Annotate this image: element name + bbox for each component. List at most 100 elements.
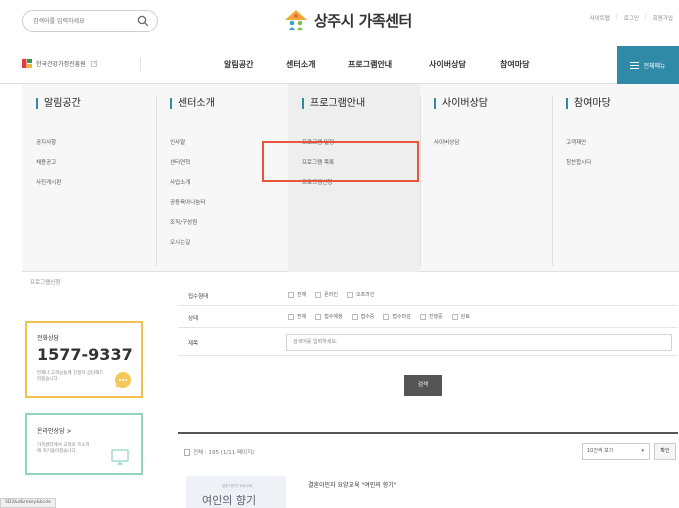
- option-label: 전체: [297, 292, 307, 298]
- status-option-closed[interactable]: 접수마감: [383, 313, 411, 320]
- phone-number: 1577-9337: [37, 345, 133, 364]
- util-separator: |: [615, 14, 618, 20]
- thumb-subtitle: 결혼이민자 요양교육: [222, 484, 253, 488]
- checkbox[interactable]: [351, 313, 358, 320]
- login-link[interactable]: 로그인: [624, 14, 639, 22]
- util-separator: |: [644, 14, 647, 20]
- option-label: 온라인: [324, 292, 339, 298]
- menu-program[interactable]: 프로그램안내: [348, 59, 392, 70]
- checkbox[interactable]: [288, 313, 294, 320]
- option-label: 접수중: [360, 314, 375, 320]
- external-link-icon: [90, 60, 98, 67]
- status-option-open[interactable]: 접수중: [351, 313, 375, 320]
- type-option-online[interactable]: 온라인: [315, 291, 338, 298]
- mega-item[interactable]: 채용공고: [36, 158, 56, 166]
- phone-counsel-desc: 언제나 고객님들께 친절히 상담해드리겠습니다.: [37, 371, 104, 382]
- filter-label-type: 접수형태: [188, 294, 209, 300]
- online-counsel-box[interactable]: 온라인상담 > 가족센터에서 고객의 목소리에 귀기울이겠습니다.: [25, 413, 143, 475]
- status-bar-url: SD2&d&mkey&bcde: [0, 498, 56, 508]
- search-button[interactable]: 검색: [404, 375, 442, 396]
- mega-col-title[interactable]: 참여마당: [566, 98, 611, 109]
- total-count: 전체 : 195 (1/11 페이지): [184, 448, 254, 456]
- chat-bubble-icon: [115, 372, 131, 388]
- all-menu-label: 전체메뉴: [643, 62, 666, 70]
- checkbox[interactable]: [315, 291, 322, 298]
- join-link[interactable]: 회원가입: [653, 14, 673, 22]
- family-logo-icon: [285, 10, 307, 30]
- org-link[interactable]: 한국건강가정진흥원: [22, 59, 98, 68]
- mega-col-participation: 참여마당 고객제안 칭찬합시다: [552, 84, 679, 272]
- top-header: 상주시 가족센터 사이트맵 | 로그인 | 회원가입: [0, 0, 679, 40]
- filter-row-type: 접수형태 전체 온라인 오프라인: [178, 284, 678, 306]
- checkbox[interactable]: [288, 291, 294, 298]
- status-option-scheduled[interactable]: 접수예정: [315, 313, 343, 320]
- mega-item[interactable]: 고객제안: [566, 138, 586, 146]
- search-input[interactable]: [33, 15, 133, 28]
- menu-cyber-counsel[interactable]: 사이버상담: [429, 59, 466, 70]
- monitor-icon: [111, 449, 129, 465]
- search-icon[interactable]: [137, 15, 149, 27]
- mega-item[interactable]: 오시는길: [170, 238, 190, 246]
- sidebar-link-program-apply[interactable]: 프로그램신청: [30, 278, 60, 286]
- checkbox[interactable]: [419, 313, 426, 320]
- site-logo[interactable]: 상주시 가족센터: [283, 8, 412, 32]
- search-box[interactable]: [22, 10, 158, 32]
- option-label: 오프라인: [356, 292, 375, 298]
- status-options: 전체 접수예정 접수중 접수마감 진행중 완료: [288, 313, 470, 320]
- status-option-in-progress[interactable]: 진행중: [419, 313, 443, 320]
- gnb-divider: [140, 58, 141, 72]
- checkbox[interactable]: [383, 313, 390, 320]
- hamburger-icon: [630, 61, 640, 69]
- phone-counsel-box[interactable]: 전화상담 1577-9337 언제나 고객님들께 친절히 상담해드리겠습니다.: [25, 321, 143, 398]
- type-option-offline[interactable]: 오프라인: [347, 291, 374, 298]
- menu-participation[interactable]: 참여마당: [500, 59, 529, 70]
- page-size-confirm-button[interactable]: 확인: [654, 443, 676, 460]
- mega-col-title[interactable]: 사이버상담: [434, 98, 488, 109]
- program-thumbnail[interactable]: 결혼이민자 요양교육 여인의 향기: [186, 476, 286, 508]
- all-menu-button[interactable]: 전체메뉴: [617, 46, 679, 84]
- mega-item[interactable]: 사업소개: [170, 178, 190, 186]
- list-header: 전체 : 195 (1/11 페이지) 10건씩 보기 ▾ 확인: [178, 432, 678, 466]
- mega-item[interactable]: 칭찬합시다: [566, 158, 591, 166]
- title-search-input[interactable]: 검색어를 입력하세요.: [286, 334, 672, 351]
- page-size-value: 10건씩 보기: [587, 448, 614, 454]
- mega-item[interactable]: 사이버상담: [434, 138, 459, 146]
- type-option-all[interactable]: 전체: [288, 291, 306, 298]
- checkbox[interactable]: [315, 313, 322, 320]
- type-options: 전체 온라인 오프라인: [288, 291, 374, 298]
- online-counsel-title: 온라인상담 >: [37, 428, 72, 435]
- menu-about[interactable]: 센터소개: [286, 59, 315, 70]
- chevron-down-icon: ▾: [641, 448, 644, 454]
- status-option-done[interactable]: 완료: [451, 313, 470, 320]
- option-label: 접수마감: [392, 314, 411, 320]
- program-item-title[interactable]: 결혼이민자 요양교육 "여인의 향기": [308, 480, 397, 489]
- option-label: 전체: [297, 314, 307, 320]
- total-count-text: 전체 : 195 (1/11 페이지): [193, 450, 255, 456]
- document-icon: [184, 448, 190, 456]
- mega-col-title[interactable]: 센터소개: [170, 98, 215, 109]
- checkbox[interactable]: [451, 313, 458, 320]
- phone-counsel-title: 전화상담: [37, 335, 60, 342]
- mega-item[interactable]: 공동육아나눔터: [170, 198, 205, 206]
- checkbox[interactable]: [347, 291, 354, 298]
- utility-links: 사이트맵 | 로그인 | 회원가입: [590, 14, 673, 22]
- filter-label-status: 상태: [188, 316, 199, 322]
- status-option-all[interactable]: 전체: [288, 313, 306, 320]
- mega-col-title[interactable]: 프로그램안내: [302, 98, 365, 109]
- org-logo-icon: [22, 59, 32, 68]
- mega-item[interactable]: 공지사항: [36, 138, 56, 146]
- mega-item[interactable]: 사진게시판: [36, 178, 61, 186]
- sitemap-link[interactable]: 사이트맵: [590, 14, 610, 22]
- filter-label-title: 제목: [188, 341, 199, 347]
- org-label: 한국건강가정진흥원: [36, 61, 86, 68]
- highlight-box: [262, 141, 419, 182]
- mega-item[interactable]: 인사말: [170, 138, 185, 146]
- page-size-select[interactable]: 10건씩 보기 ▾: [582, 443, 650, 460]
- mega-item[interactable]: 조직/구성원: [170, 218, 197, 226]
- option-label: 진행중: [428, 314, 443, 320]
- global-nav: 한국건강가정진흥원 알림공간 센터소개 프로그램안내 사이버상담 참여마당 전체…: [0, 46, 679, 84]
- mega-item[interactable]: 센터연혁: [170, 158, 190, 166]
- menu-notice[interactable]: 알림공간: [224, 59, 253, 70]
- mega-col-title[interactable]: 알림공간: [36, 98, 81, 109]
- online-counsel-desc: 가족센터에서 고객의 목소리에 귀기울이겠습니다.: [37, 443, 90, 454]
